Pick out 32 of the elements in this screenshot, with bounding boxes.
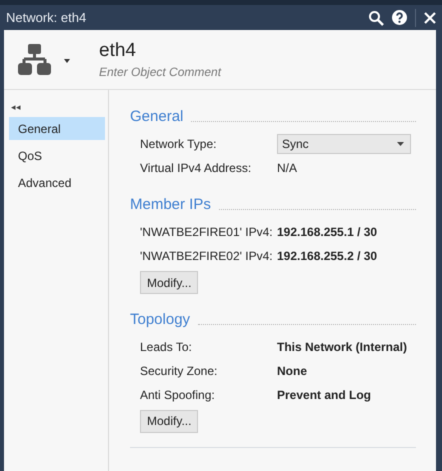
close-icon[interactable]	[424, 12, 436, 24]
sidebar-item[interactable]: Advanced	[9, 171, 105, 194]
field-value: This Network (Internal)	[277, 338, 408, 356]
caret-icon[interactable]	[64, 58, 70, 62]
field-value: 192.168.255.2 / 30	[277, 248, 378, 265]
network-topology-icon[interactable]	[18, 44, 51, 75]
field-label: Anti Spoofing:	[140, 386, 216, 404]
field-label: Virtual IPv4 Address:	[140, 160, 252, 177]
modify-button[interactable]: Modify...	[140, 410, 198, 432]
section-heading: Topology	[130, 310, 190, 328]
field-label: 'NWATBE2FIRE01' IPv4:	[140, 224, 274, 241]
caret-icon	[397, 142, 404, 146]
search-icon[interactable]	[368, 10, 384, 26]
comment-field[interactable]: Enter Object Comment	[99, 62, 299, 80]
object-name: eth4	[99, 38, 137, 62]
sidebar-item[interactable]: General	[9, 117, 105, 140]
collapse-button[interactable]: ◂◂	[11, 102, 21, 112]
field-label: 'NWATBE2FIRE02' IPv4:	[140, 248, 274, 265]
field-value: N/A	[277, 160, 298, 177]
section-heading: Member IPs	[130, 196, 211, 214]
modify-button[interactable]: Modify...	[140, 271, 198, 294]
sidebar-item[interactable]: QoS	[9, 144, 105, 167]
field-label: Leads To:	[140, 338, 193, 356]
field-value: None	[277, 362, 307, 380]
field-value: 192.168.255.1 / 30	[277, 224, 378, 241]
window-title: Network: eth4	[6, 8, 88, 27]
section-heading: General	[130, 108, 184, 126]
field-label: Security Zone:	[140, 362, 218, 380]
network-type-dropdown[interactable]: Sync	[277, 134, 411, 154]
field-label: Network Type:	[140, 136, 218, 153]
field-value: Prevent and Log	[277, 386, 372, 404]
help-icon[interactable]	[392, 10, 407, 25]
